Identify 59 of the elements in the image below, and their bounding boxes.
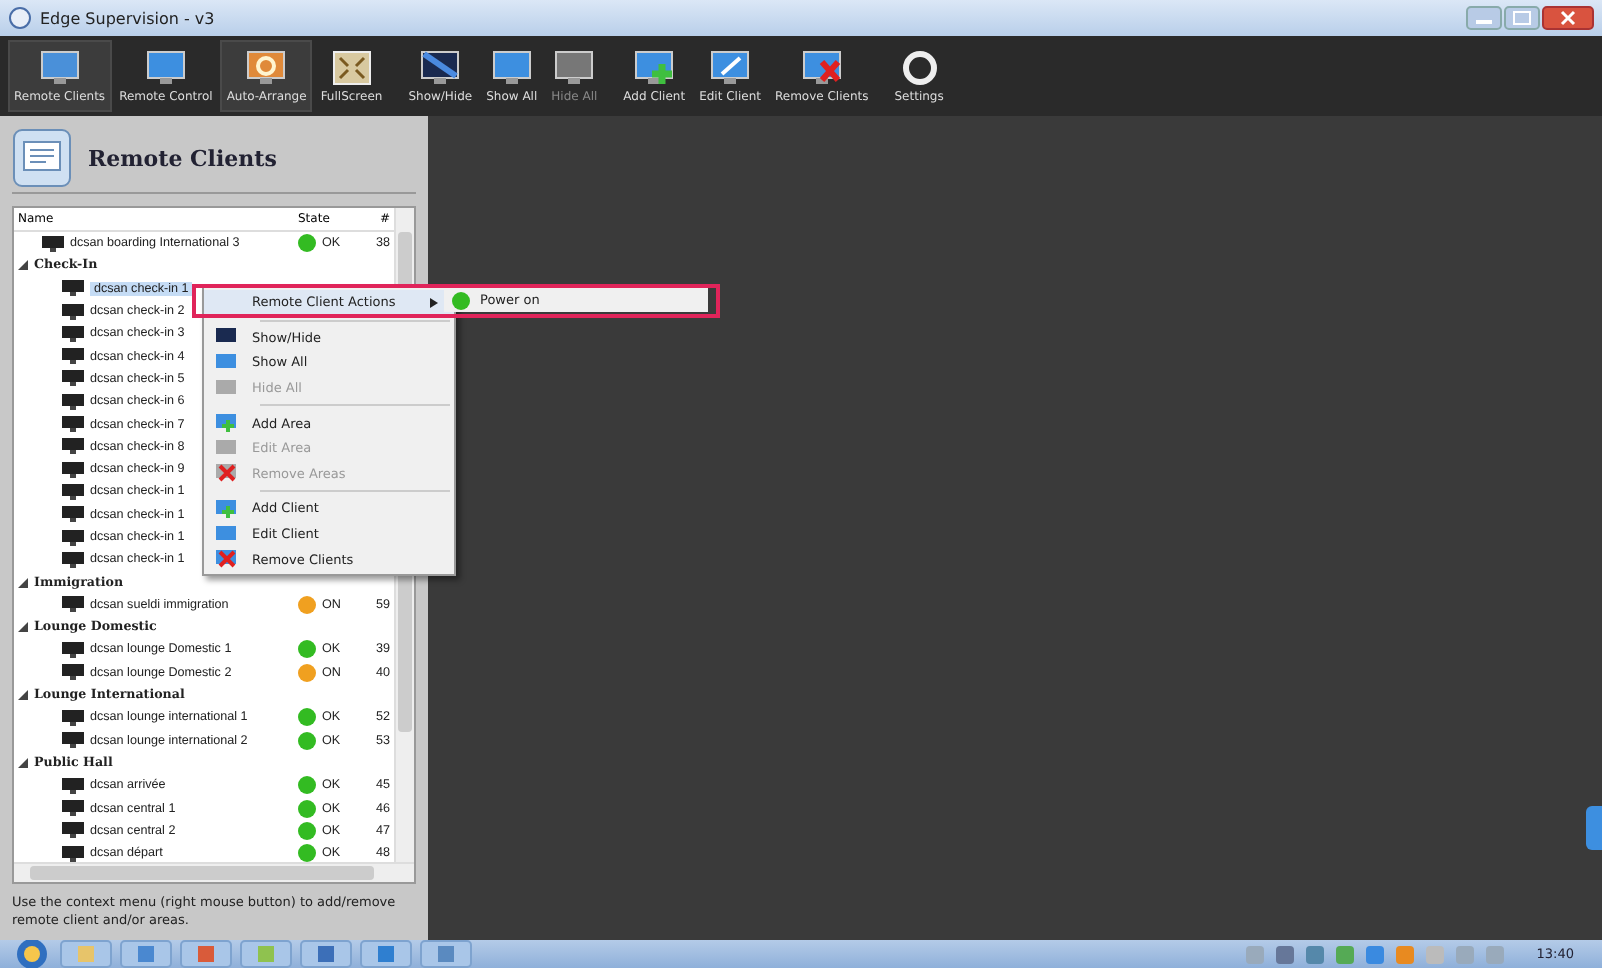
monitor-icon	[489, 48, 534, 88]
monitor-icon	[62, 529, 84, 545]
taskbar-app-icon[interactable]	[360, 940, 412, 968]
monitor-icon	[62, 709, 84, 726]
monitor-icon	[62, 461, 84, 478]
monitor-icon	[62, 777, 84, 794]
remove-monitor-icon	[216, 464, 236, 483]
maximize-icon[interactable]	[1504, 6, 1540, 30]
monitor-icon	[62, 303, 84, 320]
monitor-icon	[62, 325, 84, 342]
remove-monitor-icon	[216, 550, 236, 569]
monitor-icon	[62, 845, 84, 862]
monitor-icon	[418, 48, 463, 88]
side-tab[interactable]	[1586, 806, 1602, 850]
expand-arrow-icon[interactable]	[18, 622, 28, 633]
settings-icon	[897, 48, 942, 88]
monitor-icon	[62, 348, 84, 365]
expand-arrow-icon[interactable]	[18, 757, 28, 768]
monitor-icon	[62, 370, 84, 387]
taskbar-app-icon[interactable]	[300, 940, 352, 968]
minimize-icon[interactable]	[1466, 6, 1502, 30]
monitor-icon	[62, 483, 84, 500]
add-monitor-icon	[216, 414, 236, 433]
add-monitor-icon	[632, 48, 677, 88]
monitor-icon	[552, 48, 597, 88]
monitor-icon	[62, 416, 84, 433]
monitor-icon	[62, 438, 84, 455]
taskbar-app-icon[interactable]	[240, 940, 292, 968]
fullscreen-icon	[329, 48, 374, 88]
monitor-icon	[62, 732, 84, 749]
clients-list-icon	[12, 128, 72, 188]
monitor-icon	[62, 641, 84, 658]
monitor-icon	[62, 551, 84, 568]
remove-monitor-icon	[799, 48, 844, 88]
expand-arrow-icon[interactable]	[18, 260, 28, 271]
monitor-icon	[62, 596, 84, 613]
close-icon[interactable]	[1542, 6, 1594, 30]
expand-arrow-icon[interactable]	[18, 577, 28, 588]
monitor-icon	[42, 235, 64, 252]
taskbar-app-icon[interactable]	[120, 940, 172, 968]
panel-title: Remote Clients	[88, 145, 277, 171]
start-button[interactable]	[12, 938, 52, 968]
app-icon	[8, 6, 32, 30]
add-monitor-icon	[216, 499, 236, 518]
horizontal-scrollbar[interactable]	[14, 862, 414, 883]
submenu-arrow-icon	[430, 297, 438, 308]
monitor-icon	[62, 664, 84, 681]
taskbar-app-icon[interactable]	[60, 940, 112, 968]
expand-arrow-icon[interactable]	[18, 690, 28, 701]
monitor-icon	[143, 48, 188, 88]
taskbar-app-icon[interactable]	[180, 940, 232, 968]
monitor-icon	[62, 822, 84, 839]
taskbar-app-icon[interactable]	[420, 940, 472, 968]
window-title: Edge Supervision - v3	[40, 9, 215, 27]
monitor-icon	[62, 280, 84, 297]
arrange-icon	[244, 48, 289, 88]
monitor-icon	[62, 506, 84, 523]
monitor-icon	[62, 393, 84, 410]
monitor-icon	[62, 800, 84, 817]
